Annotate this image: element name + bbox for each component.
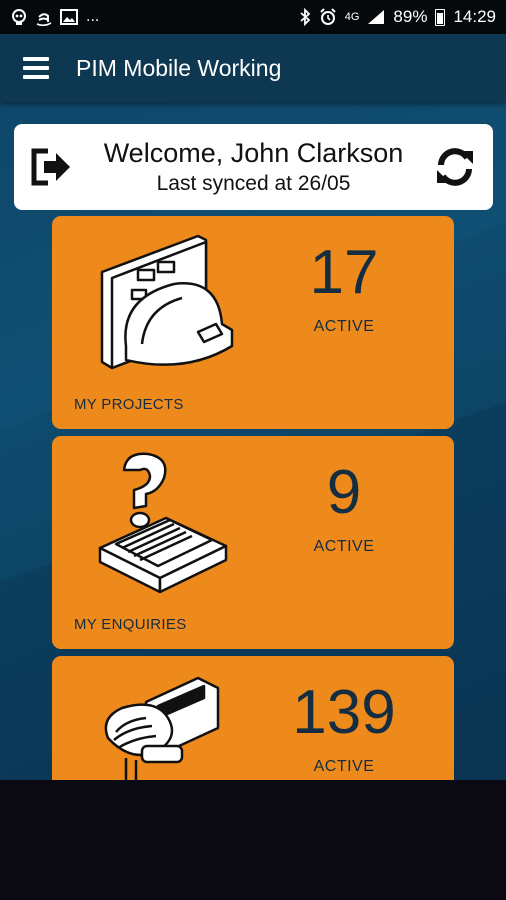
last-synced: Last synced at 26/05 — [156, 172, 351, 195]
bluetooth-icon — [300, 8, 311, 26]
alarm-icon — [320, 8, 336, 25]
contacts-count: 139 — [292, 678, 396, 747]
projects-tile[interactable]: 17 ACTIVE MY PROJECTS — [52, 216, 454, 429]
logout-button[interactable] — [26, 141, 78, 193]
signal-icon — [368, 10, 385, 24]
contacts-tile[interactable]: 139 ACTIVE — [52, 656, 454, 780]
battery-icon — [435, 8, 446, 26]
welcome-text: Welcome, John Clarkson Last synced at 26… — [78, 136, 429, 198]
enquiries-count: 9 — [326, 458, 362, 527]
amazon-icon — [36, 13, 52, 26]
projects-icon — [100, 234, 234, 370]
notification-icon — [12, 9, 26, 25]
enquiries-status: ACTIVE — [313, 538, 375, 555]
projects-status: ACTIVE — [313, 318, 375, 335]
app-title: PIM Mobile Working — [76, 54, 282, 81]
enquiries-icon — [98, 452, 228, 594]
status-left: ... — [10, 8, 99, 26]
status-time: 14:29 — [453, 7, 496, 26]
system-nav-bar — [0, 780, 506, 900]
main-content[interactable]: Welcome, John Clarkson Last synced at 26… — [0, 102, 506, 780]
projects-count: 17 — [309, 238, 379, 307]
sync-button[interactable] — [429, 141, 481, 193]
contacts-status: ACTIVE — [313, 758, 375, 775]
sync-icon — [437, 148, 473, 186]
menu-button[interactable] — [0, 34, 72, 102]
image-icon — [60, 9, 78, 25]
logout-icon — [31, 148, 70, 186]
battery-percent: 89% — [393, 7, 428, 26]
welcome-card: Welcome, John Clarkson Last synced at 26… — [14, 124, 493, 210]
app-bar: PIM Mobile Working — [0, 34, 506, 102]
welcome-title: Welcome, John Clarkson — [103, 138, 404, 168]
enquiries-tile[interactable]: 9 ACTIVE MY ENQUIRIES — [52, 436, 454, 649]
enquiries-label: MY ENQUIRIES — [74, 616, 187, 633]
contacts-icon — [104, 676, 220, 780]
hamburger-icon — [23, 57, 49, 79]
status-bar: ... 4G 89% 14:29 — [0, 0, 506, 34]
network-type: 4G — [344, 10, 360, 23]
status-right: 4G 89% 14:29 — [299, 7, 496, 27]
projects-label: MY PROJECTS — [74, 396, 184, 413]
more-notifications: ... — [86, 8, 100, 25]
